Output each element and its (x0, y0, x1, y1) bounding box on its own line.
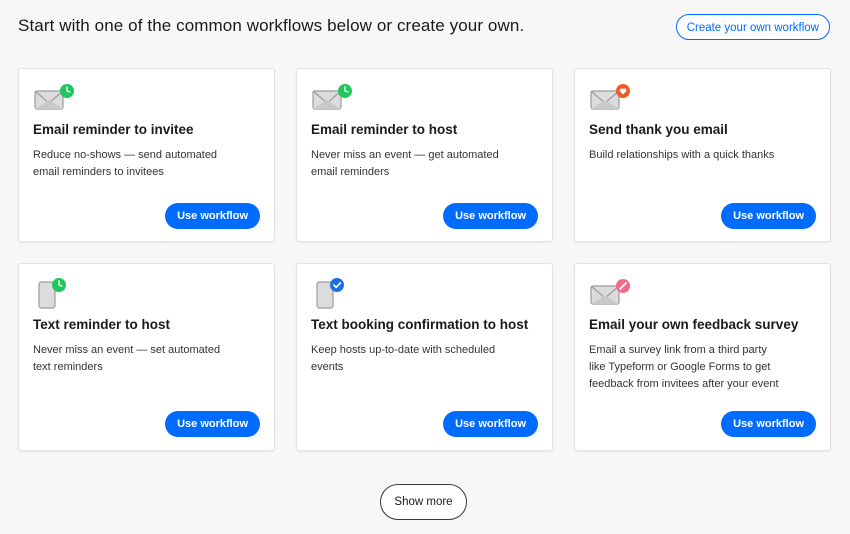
workflow-card: Email your own feedback survey Email a s… (574, 263, 831, 451)
use-workflow-button[interactable]: Use workflow (165, 411, 260, 437)
workflow-grid: Email reminder to invitee Reduce no-show… (18, 68, 831, 451)
card-description: Build relationships with a quick thanks (589, 149, 775, 161)
envelope-pencil-icon (589, 278, 633, 310)
card-description: Keep hosts up-to-date with scheduled eve… (311, 344, 496, 373)
show-more-button[interactable]: Show more (380, 484, 467, 520)
workflow-card: Text booking confirmation to host Keep h… (296, 263, 553, 451)
envelope-clock-icon (33, 83, 77, 115)
workflow-card: Email reminder to invitee Reduce no-show… (18, 68, 275, 242)
use-workflow-button[interactable]: Use workflow (443, 411, 538, 437)
use-workflow-button[interactable]: Use workflow (443, 203, 538, 229)
card-title: Text booking confirmation to host (311, 317, 529, 332)
card-description: Reduce no-shows — send automated email r… (33, 149, 218, 178)
card-title: Text reminder to host (33, 317, 171, 332)
use-workflow-button[interactable]: Use workflow (721, 203, 816, 229)
workflow-card: Text reminder to host Never miss an even… (18, 263, 275, 451)
envelope-heart-icon (589, 83, 633, 115)
card-title: Email your own feedback survey (589, 317, 799, 332)
phone-clock-icon (33, 278, 77, 310)
card-title: Email reminder to host (311, 122, 458, 137)
workflow-card: Send thank you email Build relationships… (574, 68, 831, 242)
card-description: Never miss an event — get automated emai… (311, 149, 499, 178)
header: Start with one of the common workflows b… (18, 14, 832, 42)
card-title: Send thank you email (589, 122, 728, 137)
card-title: Email reminder to invitee (33, 122, 194, 137)
envelope-clock-icon (311, 83, 355, 115)
use-workflow-button[interactable]: Use workflow (721, 411, 816, 437)
workflow-card: Email reminder to host Never miss an eve… (296, 68, 553, 242)
create-workflow-button[interactable]: Create your own workflow (675, 14, 830, 40)
intro-text: Start with one of the common workflows b… (18, 16, 525, 35)
phone-check-icon (311, 278, 355, 310)
card-description: Email a survey link from a third party l… (589, 344, 779, 390)
use-workflow-button[interactable]: Use workflow (165, 203, 260, 229)
card-description: Never miss an event — set automated text… (33, 344, 221, 373)
